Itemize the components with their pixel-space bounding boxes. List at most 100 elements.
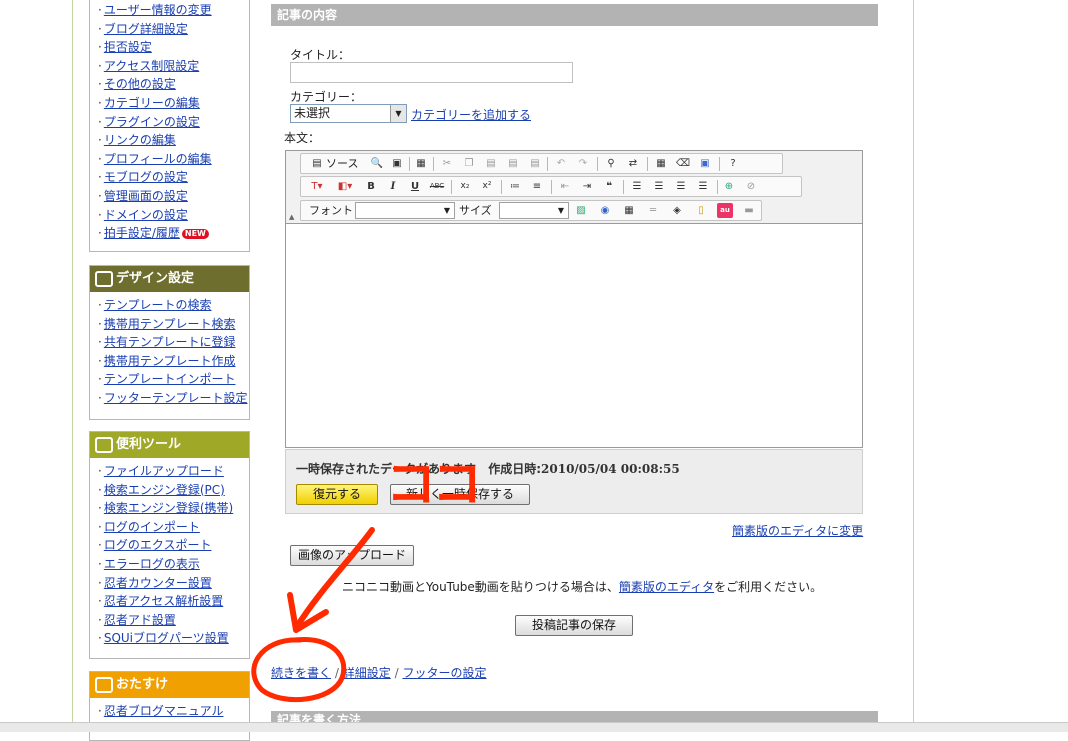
sidebar-item-link[interactable]: プラグインの設定 [104,115,200,129]
save-icon[interactable]: ▣ [389,156,405,171]
sidebar-item-link[interactable]: カテゴリーの編集 [104,96,200,110]
template-icon[interactable]: ▦ [413,156,429,171]
sidebar-item-link[interactable]: 携帯用テンプレート作成 [104,354,236,368]
restore-button[interactable]: 復元する [296,484,378,505]
chevron-down-icon[interactable]: ▼ [554,203,568,218]
sidebar-item[interactable]: プロフィールの編集 [98,150,249,169]
simple-editor-link[interactable]: 簡素版のエディタに変更 [732,522,863,539]
sidebar-item[interactable]: 検索エンジン登録(PC) [98,481,249,500]
detail-settings-link[interactable]: 詳細設定 [343,666,391,680]
sidebar-item-link[interactable]: アクセス制限設定 [104,59,199,73]
italic-icon[interactable]: I [385,179,401,194]
horizontal-rule-icon[interactable]: ═ [645,203,661,218]
sidebar-item-link[interactable]: 共有テンプレートに登録 [104,335,236,349]
bg-color-icon[interactable]: ◧▾ [337,179,353,194]
sidebar-item[interactable]: 携帯用テンプレート作成 [98,352,249,371]
sidebar-item[interactable]: SQUiブログパーツ設置 [98,629,249,648]
sidebar-item[interactable]: 拍手設定/履歴NEW [98,224,249,243]
help-icon[interactable]: ? [725,156,741,171]
underline-icon[interactable]: U [407,179,423,194]
special-char-icon[interactable]: ▯ [693,203,709,218]
sidebar-item[interactable]: 管理画面の設定 [98,187,249,206]
chevron-down-icon[interactable]: ▼ [390,105,406,122]
rich-text-editor[interactable]: ▲ ▤ ソース 🔍 ▣ ▦ ✂ ❐ ▤ ▤ ▤ ↶ ↷ ⚲ ⇄ ▦ ⌫ ▣ ? [285,150,863,448]
bold-icon[interactable]: B [363,179,379,194]
sidebar-item[interactable]: テンプレートインポート [98,370,249,389]
add-category-link[interactable]: カテゴリーを追加する [411,106,531,123]
smiley-icon[interactable]: ◈ [669,203,685,218]
subscript-icon[interactable]: x₂ [457,179,473,194]
font-select[interactable]: ▼ [355,202,455,219]
sidebar-item[interactable]: 共有テンプレートに登録 [98,333,249,352]
sidebar-item[interactable]: カテゴリーの編集 [98,94,249,113]
sidebar-item-link[interactable]: 忍者アド設置 [104,613,176,627]
sidebar-item-link[interactable]: 忍者ブログマニュアル [104,704,224,718]
sidebar-item-link[interactable]: ブログ詳細設定 [104,22,188,36]
sidebar-item[interactable]: 携帯用テンプレート検索 [98,315,249,334]
paste-text-icon[interactable]: ▤ [505,156,521,171]
source-button-label[interactable]: ソース [326,156,358,171]
text-color-icon[interactable]: T▾ [309,179,325,194]
editor-body[interactable] [286,225,862,447]
save-post-button[interactable]: 投稿記事の保存 [515,615,633,636]
sidebar-item-link[interactable]: フッターテンプレート設定 [104,391,248,405]
align-justify-icon[interactable]: ☰ [695,179,711,194]
sidebar-item-link[interactable]: 携帯用テンプレート検索 [104,317,236,331]
sidebar-item-link[interactable]: 拍手設定/履歴 [104,226,180,240]
sidebar-item-link[interactable]: ドメインの設定 [104,208,188,222]
footer-settings-link[interactable]: フッターの設定 [402,666,486,680]
align-right-icon[interactable]: ☰ [673,179,689,194]
superscript-icon[interactable]: x² [479,179,495,194]
outdent-icon[interactable]: ⇤ [557,179,573,194]
sidebar-item[interactable]: 検索エンジン登録(携帯) [98,499,249,518]
select-all-icon[interactable]: ▦ [653,156,669,171]
replace-icon[interactable]: ⇄ [625,156,641,171]
sidebar-item-link[interactable]: 忍者アクセス解析設置 [104,594,223,608]
collapse-toolbar-icon[interactable]: ▲ [289,213,294,221]
blocks-icon[interactable]: ▣ [697,156,713,171]
sidebar-item[interactable]: モブログの設定 [98,168,249,187]
sidebar-item[interactable]: 拒否設定 [98,38,249,57]
title-input[interactable] [290,62,573,83]
table-icon[interactable]: ▦ [621,203,637,218]
sidebar-item[interactable]: 忍者ブログマニュアル [98,702,249,721]
sidebar-item-link[interactable]: テンプレートインポート [104,372,236,386]
link-icon[interactable]: ⊕ [721,179,737,194]
sidebar-item[interactable]: その他の設定 [98,75,249,94]
paste-word-icon[interactable]: ▤ [527,156,543,171]
sidebar-item[interactable]: ドメインの設定 [98,206,249,225]
continue-writing-link[interactable]: 続きを書く [271,666,331,680]
unlink-icon[interactable]: ⊘ [743,179,759,194]
sidebar-item[interactable]: 忍者アド設置 [98,611,249,630]
cut-icon[interactable]: ✂ [439,156,455,171]
sidebar-item[interactable]: ユーザー情報の変更 [98,1,249,20]
category-select[interactable]: 未選択 ▼ [290,104,407,123]
sidebar-item[interactable]: ファイルアップロード [98,462,249,481]
sidebar-item-link[interactable]: 検索エンジン登録(携帯) [104,501,233,515]
undo-icon[interactable]: ↶ [553,156,569,171]
align-left-icon[interactable]: ☰ [629,179,645,194]
sidebar-item[interactable]: リンクの編集 [98,131,249,150]
page-break-icon[interactable]: ▬ [741,203,757,218]
sidebar-item[interactable]: 忍者アクセス解析設置 [98,592,249,611]
sidebar-item-link[interactable]: エラーログの表示 [104,557,200,571]
sidebar-item[interactable]: 忍者カウンター設置 [98,574,249,593]
strikethrough-icon[interactable]: ABC [429,179,445,194]
paste-icon[interactable]: ▤ [483,156,499,171]
sidebar-item-link[interactable]: ログのエクスポート [104,538,212,552]
preview-icon[interactable]: 🔍 [369,156,385,171]
sidebar-item[interactable]: ログのインポート [98,518,249,537]
copy-icon[interactable]: ❐ [461,156,477,171]
sidebar-item[interactable]: エラーログの表示 [98,555,249,574]
sidebar-item-link[interactable]: ユーザー情報の変更 [104,3,212,17]
size-select[interactable]: ▼ [499,202,569,219]
align-center-icon[interactable]: ☰ [651,179,667,194]
chevron-down-icon[interactable]: ▼ [440,203,454,218]
sidebar-item[interactable]: テンプレートの検索 [98,296,249,315]
bullet-list-icon[interactable]: ≡ [529,179,545,194]
sidebar-item-link[interactable]: その他の設定 [104,77,176,91]
sidebar-item-link[interactable]: 検索エンジン登録(PC) [104,483,225,497]
ordered-list-icon[interactable]: ≔ [507,179,523,194]
sidebar-item-link[interactable]: テンプレートの検索 [104,298,212,312]
emoji-icon[interactable]: au [717,203,733,218]
